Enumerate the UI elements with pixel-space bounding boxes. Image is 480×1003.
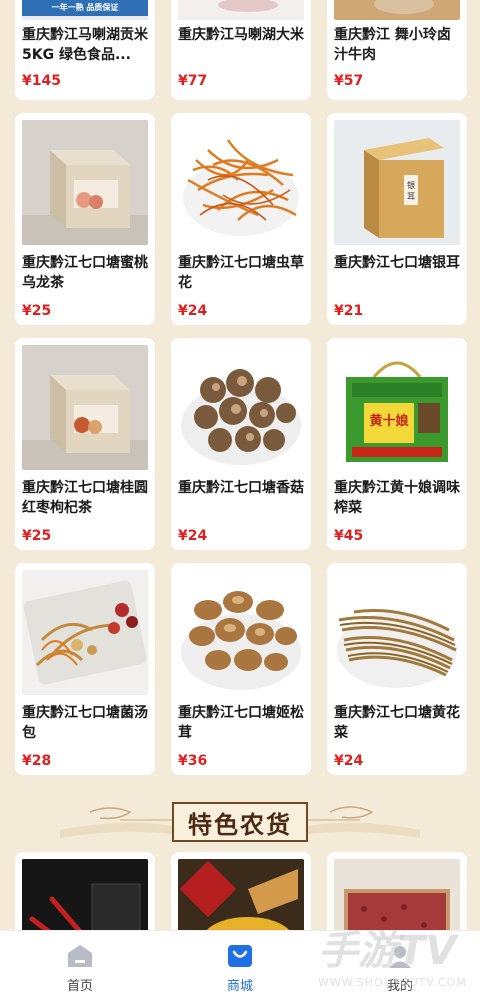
- product-card[interactable]: 重庆黔江七口塘桂圆红枣枸杞茶 ¥25: [15, 338, 155, 550]
- product-price: ¥24: [178, 528, 208, 544]
- product-card[interactable]: 重庆黔江七口塘香菇 ¥24: [171, 338, 311, 550]
- product-image: [22, 345, 148, 470]
- product-price: ¥145: [22, 73, 61, 89]
- product-image: [334, 0, 460, 20]
- svg-text:银: 银: [407, 180, 415, 190]
- tab-label: 我的: [386, 979, 413, 994]
- product-card[interactable]: 重庆黔江七口塘菌汤包 ¥28: [15, 563, 155, 775]
- svg-text:耳: 耳: [407, 192, 415, 201]
- product-image: [22, 859, 148, 930]
- product-card[interactable]: 重庆黔江马喇湖大米 ¥77: [171, 0, 311, 100]
- product-title: 重庆黔江七口塘香菇: [178, 480, 304, 496]
- product-card[interactable]: 一年一熟 品质保证 重庆黔江马喇湖贡米5KG 绿色食品... ¥145: [15, 0, 155, 100]
- product-title: 重庆黔江七口塘桂圆红枣枸杞茶: [22, 480, 148, 516]
- product-price: ¥28: [22, 753, 52, 769]
- product-title: 重庆黔江七口塘黄花菜: [334, 705, 460, 741]
- product-image: 银 耳: [334, 120, 460, 245]
- product-row-lower: [15, 852, 467, 930]
- tab-mine[interactable]: 我的: [320, 931, 480, 1003]
- product-title: 重庆黔江七口塘银耳: [334, 255, 460, 271]
- product-image: 黄十娘: [334, 345, 460, 470]
- product-image: [178, 0, 304, 20]
- tab-label: 商城: [226, 979, 253, 994]
- tab-mall[interactable]: 商城: [160, 931, 320, 1003]
- product-price: ¥25: [22, 528, 52, 544]
- section-header: 特色农货: [0, 790, 480, 850]
- product-image: [334, 859, 460, 930]
- product-row: 重庆黔江七口塘蜜桃乌龙茶 ¥25 重庆黔江七口塘虫草花 ¥24 银 耳 重庆黔江…: [15, 113, 467, 325]
- product-title: 重庆黔江黄十娘调味榨菜: [334, 480, 460, 516]
- product-title: 重庆黔江七口塘虫草花: [178, 255, 304, 291]
- tab-label: 首页: [66, 979, 93, 994]
- product-title: 重庆黔江七口塘姬松茸: [178, 705, 304, 741]
- product-image: [22, 120, 148, 245]
- product-banner-text: 一年一熟 品质保证: [51, 2, 119, 12]
- product-image: [178, 120, 304, 245]
- product-row: 重庆黔江七口塘桂圆红枣枸杞茶 ¥25 重庆黔江七口塘香菇 ¥24 黄十娘 重庆黔…: [15, 338, 467, 550]
- product-image: [178, 345, 304, 470]
- product-card[interactable]: 银 耳 重庆黔江七口塘银耳 ¥21: [327, 113, 467, 325]
- product-price: ¥57: [334, 73, 364, 89]
- product-image: [22, 570, 148, 695]
- product-card[interactable]: 重庆黔江七口塘姬松茸 ¥36: [171, 563, 311, 775]
- product-image: 一年一熟 品质保证: [22, 0, 148, 20]
- product-title: 重庆黔江马喇湖大米: [178, 27, 304, 43]
- product-title: 重庆黔江七口塘蜜桃乌龙茶: [22, 255, 148, 291]
- product-price: ¥25: [22, 303, 52, 319]
- product-price: ¥24: [178, 303, 208, 319]
- product-scroll-area[interactable]: 一年一熟 品质保证 重庆黔江马喇湖贡米5KG 绿色食品... ¥145 重庆黔江…: [0, 0, 480, 930]
- product-card[interactable]: 重庆黔江 舞小玲卤汁牛肉 ¥57: [327, 0, 467, 100]
- bottom-tab-bar: 首页 商城 我的: [0, 930, 480, 1003]
- tab-home[interactable]: 首页: [0, 931, 160, 1003]
- product-price: ¥45: [334, 528, 364, 544]
- product-image: [178, 859, 304, 930]
- product-image: [178, 570, 304, 695]
- product-row-partial: 一年一熟 品质保证 重庆黔江马喇湖贡米5KG 绿色食品... ¥145 重庆黔江…: [15, 0, 467, 100]
- product-price: ¥36: [178, 753, 208, 769]
- product-image: [334, 570, 460, 695]
- section-title-box: 特色农货: [172, 802, 308, 842]
- svg-text:黄十娘: 黄十娘: [369, 413, 409, 429]
- product-card[interactable]: 重庆黔江七口塘蜜桃乌龙茶 ¥25: [15, 113, 155, 325]
- user-icon: [389, 946, 411, 968]
- product-card[interactable]: [171, 852, 311, 930]
- section-title: 特色农货: [188, 809, 292, 839]
- product-card[interactable]: 重庆黔江七口塘黄花菜 ¥24: [327, 563, 467, 775]
- product-price: ¥24: [334, 753, 364, 769]
- shopping-bag-icon: [228, 945, 252, 967]
- home-icon: [68, 945, 92, 967]
- product-card[interactable]: [327, 852, 467, 930]
- product-card[interactable]: [15, 852, 155, 930]
- product-card[interactable]: 重庆黔江七口塘虫草花 ¥24: [171, 113, 311, 325]
- product-price: ¥21: [334, 303, 364, 319]
- product-title: 重庆黔江七口塘菌汤包: [22, 705, 148, 741]
- product-price: ¥77: [178, 73, 208, 89]
- product-card[interactable]: 黄十娘 重庆黔江黄十娘调味榨菜 ¥45: [327, 338, 467, 550]
- product-title: 重庆黔江马喇湖贡米5KG 绿色食品...: [22, 27, 148, 63]
- product-row: 重庆黔江七口塘菌汤包 ¥28 重庆黔江七口塘姬松茸 ¥36 重庆黔江七口塘黄花菜…: [15, 563, 467, 775]
- product-title: 重庆黔江 舞小玲卤汁牛肉: [334, 27, 451, 63]
